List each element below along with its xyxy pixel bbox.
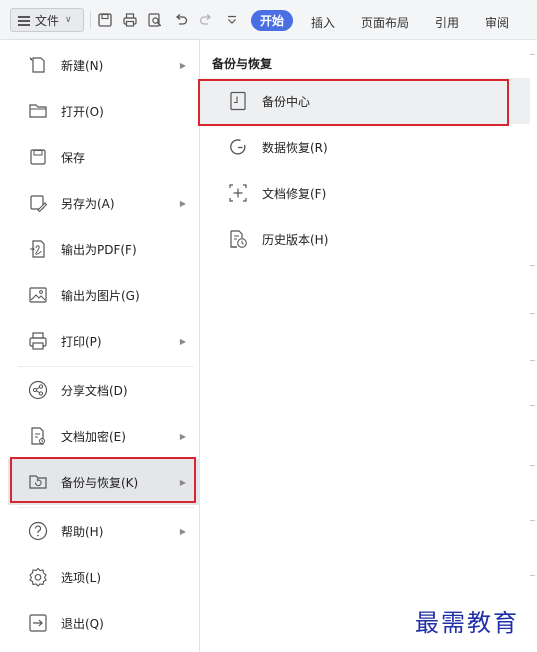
document-margin-mark [530, 265, 535, 266]
settings-icon [28, 567, 48, 587]
new-document-icon [28, 55, 48, 75]
tab-page-layout[interactable]: 页面布局 [361, 14, 409, 31]
menu-item-export-pdf[interactable]: 输出为PDF(F) [8, 226, 200, 272]
document-margin-mark [530, 360, 535, 361]
document-margin-mark [530, 520, 535, 521]
menu-item-label: 打开(O) [61, 104, 104, 119]
toolbar: 文件 ∨ 开始 插入 页面布局 引用 审阅 [0, 0, 537, 40]
menu-item-label: 退出(Q) [61, 616, 104, 631]
submenu-item-document-repair[interactable]: 文档修复(F) [200, 170, 530, 216]
menu-item-label: 新建(N) [61, 58, 104, 73]
watermark-text: 最需教育 [415, 609, 519, 637]
file-menu: 新建(N) ▶ 打开(O) 保存 另存为(A) ▶ 输出为PDF(F) 输出为图… [8, 40, 200, 652]
export-pdf-icon [28, 239, 48, 259]
tab-insert[interactable]: 插入 [311, 14, 335, 31]
menu-item-label: 帮助(H) [61, 524, 104, 539]
submenu-item-label: 文档修复(F) [262, 186, 327, 201]
submenu-item-history-version[interactable]: 历史版本(H) [200, 216, 530, 262]
chevron-right-icon: ▶ [179, 526, 186, 536]
highlight-box [10, 457, 196, 503]
data-recovery-icon [228, 137, 248, 157]
chevron-down-icon: ∨ [65, 15, 72, 25]
chevron-right-icon: ▶ [179, 60, 186, 70]
menu-item-label: 选项(L) [61, 570, 102, 585]
share-icon [28, 380, 48, 400]
hamburger-icon [17, 13, 31, 27]
menu-item-label: 另存为(A) [61, 196, 115, 211]
help-icon [28, 521, 48, 541]
undo-icon[interactable] [174, 13, 188, 27]
menu-item-label: 打印(P) [61, 334, 102, 349]
print-icon[interactable] [123, 13, 137, 27]
tab-start[interactable]: 开始 [251, 10, 293, 31]
save-icon[interactable] [98, 13, 112, 27]
menu-item-label: 文档加密(E) [61, 429, 126, 444]
save-as-icon [28, 193, 48, 213]
document-margin-mark [530, 313, 535, 314]
toolbar-divider [90, 11, 91, 29]
submenu-item-label: 历史版本(H) [262, 232, 329, 247]
menu-item-save-as[interactable]: 另存为(A) ▶ [8, 180, 200, 226]
export-image-icon [28, 285, 48, 305]
encrypt-icon [28, 426, 48, 446]
tab-references[interactable]: 引用 [435, 14, 459, 31]
menu-item-save[interactable]: 保存 [8, 134, 200, 180]
menu-item-new[interactable]: 新建(N) ▶ [8, 42, 200, 88]
menu-item-print[interactable]: 打印(P) ▶ [8, 318, 200, 364]
document-repair-icon [228, 183, 248, 203]
menu-item-exit[interactable]: 退出(Q) [8, 600, 200, 646]
menu-item-label: 分享文档(D) [61, 383, 128, 398]
menu-item-help[interactable]: 帮助(H) ▶ [8, 508, 200, 554]
more-icon[interactable] [225, 13, 239, 27]
exit-icon [28, 613, 48, 633]
menu-item-label: 输出为PDF(F) [61, 242, 137, 257]
menu-item-share[interactable]: 分享文档(D) [8, 367, 200, 413]
tab-review[interactable]: 审阅 [485, 14, 509, 31]
file-menu-label: 文件 [35, 13, 60, 28]
menu-item-label: 保存 [61, 150, 86, 165]
highlight-box [198, 79, 509, 126]
folder-open-icon [28, 101, 48, 121]
file-menu-button[interactable]: 文件 ∨ [10, 8, 84, 32]
redo-icon[interactable] [199, 13, 213, 27]
chevron-right-icon: ▶ [179, 336, 186, 346]
chevron-right-icon: ▶ [179, 431, 186, 441]
document-margin-mark [530, 575, 535, 576]
submenu-item-data-recovery[interactable]: 数据恢复(R) [200, 124, 530, 170]
submenu-title: 备份与恢复 [212, 57, 273, 71]
document-margin-mark [530, 465, 535, 466]
document-margin-mark [530, 405, 535, 406]
chevron-right-icon: ▶ [179, 198, 186, 208]
menu-item-export-image[interactable]: 输出为图片(G) [8, 272, 200, 318]
menu-item-label: 输出为图片(G) [61, 288, 140, 303]
history-version-icon [228, 229, 248, 249]
menu-item-options[interactable]: 选项(L) [8, 554, 200, 600]
document-margin-mark [530, 54, 535, 55]
menu-item-encrypt[interactable]: 文档加密(E) ▶ [8, 413, 200, 459]
save-icon [28, 147, 48, 167]
menu-item-open[interactable]: 打开(O) [8, 88, 200, 134]
document-edge [530, 40, 537, 652]
backup-restore-submenu: 备份与恢复 备份中心 数据恢复(R) 文档修复(F) 历史版本(H) [200, 40, 530, 652]
submenu-item-label: 数据恢复(R) [262, 140, 328, 155]
print-preview-icon[interactable] [148, 13, 162, 27]
print-icon [28, 331, 48, 351]
